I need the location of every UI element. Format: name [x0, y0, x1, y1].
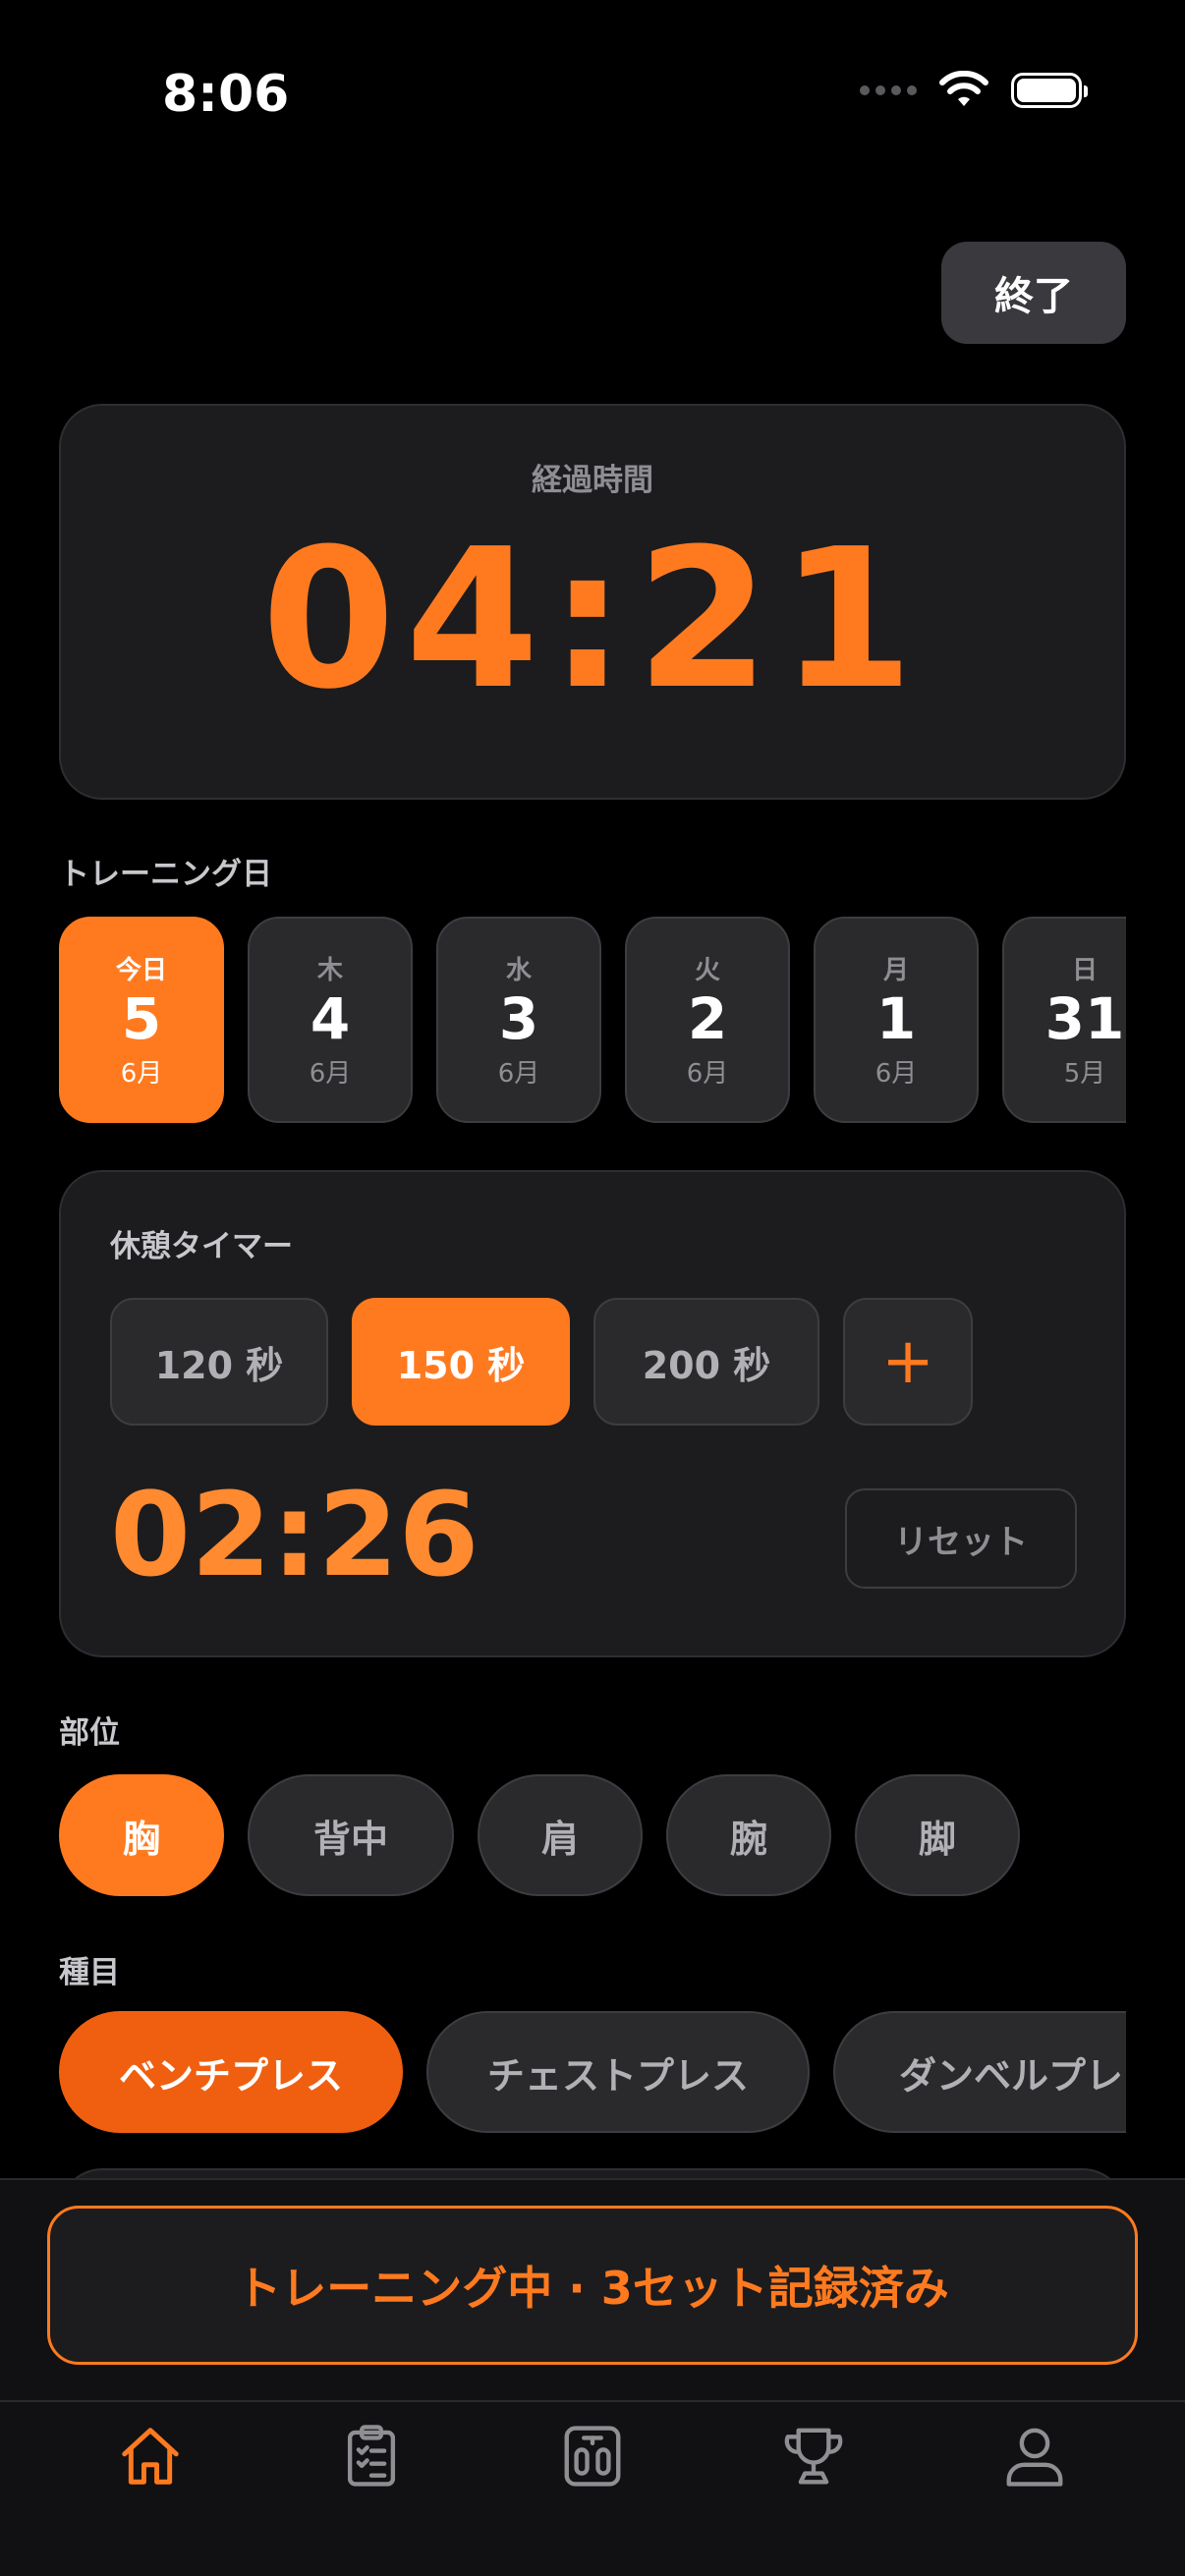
training-days-label: トレーニング日	[59, 857, 272, 892]
training-day-number: 2	[687, 985, 728, 1053]
training-day-card[interactable]: 火 2 6月	[625, 917, 790, 1123]
clipboard-icon	[347, 2425, 395, 2487]
body-part-chest[interactable]: 胸	[59, 1774, 224, 1896]
training-day-weekday: 火	[694, 956, 720, 986]
cellular-signal-icon	[860, 85, 917, 95]
exercise-bench-press[interactable]: ベンチプレス	[59, 2011, 403, 2133]
wifi-icon	[939, 71, 988, 106]
elapsed-time-value: 04:21	[261, 508, 924, 732]
training-day-month: 6月	[875, 1058, 918, 1089]
training-day-weekday: 今日	[115, 956, 167, 986]
rest-preset-200[interactable]: 200 秒	[593, 1298, 819, 1426]
training-day-month: 6月	[120, 1058, 163, 1089]
body-part-arms[interactable]: 腕	[666, 1774, 831, 1896]
rest-preset-150[interactable]: 150 秒	[352, 1298, 570, 1426]
rest-timer-presets: 120 秒 150 秒 200 秒 +	[110, 1298, 973, 1426]
training-day-card[interactable]: 日 31 5月	[1002, 917, 1126, 1123]
training-day-number: 31	[1044, 985, 1125, 1053]
tab-bar	[0, 2400, 1185, 2576]
elapsed-time-label: 経過時間	[532, 463, 653, 498]
body-part-back[interactable]: 背中	[248, 1774, 454, 1896]
training-day-weekday: 日	[1071, 956, 1098, 986]
rest-timer-title: 休憩タイマー	[110, 1229, 293, 1264]
end-workout-button[interactable]: 終了	[941, 242, 1126, 344]
training-day-weekday: 月	[882, 956, 909, 986]
scale-icon	[564, 2426, 621, 2487]
training-day-card[interactable]: 月 1 6月	[814, 917, 979, 1123]
training-day-number: 1	[875, 985, 917, 1053]
rest-timer-card: 休憩タイマー 120 秒 150 秒 200 秒 + 02:26 リセット	[59, 1170, 1126, 1657]
exercise-label: 種目	[59, 1955, 120, 1990]
profile-icon	[1006, 2428, 1063, 2487]
tab-body-weight[interactable]	[534, 2402, 651, 2510]
rest-timer-reset-button[interactable]: リセット	[845, 1488, 1077, 1589]
training-day-month: 5月	[1063, 1058, 1106, 1089]
status-time: 8:06	[162, 65, 290, 124]
home-icon	[121, 2428, 179, 2485]
body-part-selector: 胸 背中 肩 腕 脚	[59, 1774, 1020, 1896]
add-preset-button[interactable]: +	[843, 1298, 973, 1426]
exercise-dumbbell-press[interactable]: ダンベルプレス	[833, 2011, 1126, 2133]
training-day-weekday: 水	[505, 956, 532, 986]
rest-timer-value: 02:26	[110, 1467, 480, 1602]
status-icons	[860, 71, 1088, 110]
training-day-strip[interactable]: 今日 5 6月 木 4 6月 水 3 6月 火 2 6月 月 1 6月 日 31 5月	[59, 917, 1126, 1125]
training-day-number: 5	[121, 985, 162, 1053]
body-part-shoulders[interactable]: 肩	[478, 1774, 643, 1896]
training-day-number: 3	[498, 985, 539, 1053]
tab-records[interactable]	[312, 2402, 430, 2510]
training-day-card[interactable]: 木 4 6月	[248, 917, 413, 1123]
tab-profile[interactable]	[976, 2402, 1094, 2510]
tab-achievements[interactable]	[755, 2402, 873, 2510]
training-day-weekday: 木	[316, 956, 343, 986]
body-part-label: 部位	[59, 1715, 120, 1751]
training-status-button[interactable]: トレーニング中 · 3セット記録済み	[47, 2206, 1138, 2365]
body-part-legs[interactable]: 脚	[855, 1774, 1020, 1896]
exercise-selector[interactable]: ベンチプレス チェストプレス ダンベルプレス	[59, 2011, 1126, 2137]
trophy-icon	[784, 2428, 843, 2485]
exercise-chest-press[interactable]: チェストプレス	[426, 2011, 810, 2133]
training-day-month: 6月	[309, 1058, 352, 1089]
battery-icon	[1011, 73, 1088, 108]
training-day-number: 4	[310, 985, 351, 1053]
tab-home[interactable]	[91, 2402, 209, 2510]
training-day-month: 6月	[497, 1058, 540, 1089]
training-day-month: 6月	[686, 1058, 729, 1089]
training-day-card[interactable]: 今日 5 6月	[59, 917, 224, 1123]
training-status-panel: トレーニング中 · 3セット記録済み	[0, 2178, 1185, 2400]
elapsed-time-card: 経過時間 04:21	[59, 404, 1126, 800]
training-day-card[interactable]: 水 3 6月	[436, 917, 601, 1123]
rest-preset-120[interactable]: 120 秒	[110, 1298, 328, 1426]
